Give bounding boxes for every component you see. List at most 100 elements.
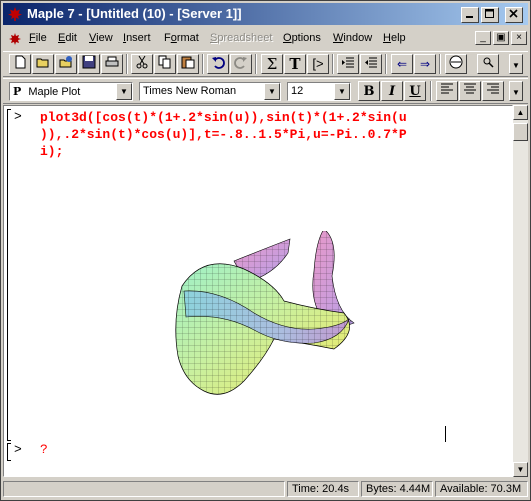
document-menu-icon[interactable] — [7, 31, 23, 47]
menu-file[interactable]: File — [29, 32, 47, 44]
scroll-thumb[interactable] — [513, 123, 528, 141]
maximize-button[interactable] — [481, 7, 499, 23]
maximize-icon — [485, 9, 494, 18]
align-left-button[interactable] — [436, 81, 458, 101]
doc-restore-button[interactable]: ▣ — [493, 31, 509, 45]
font-select[interactable]: Times New Roman ▼ — [139, 82, 281, 101]
align-left-icon — [441, 83, 453, 94]
toolbar-separator — [430, 81, 432, 101]
redo-button[interactable] — [230, 54, 252, 74]
undo-button[interactable] — [207, 54, 229, 74]
sigma-icon: Σ — [266, 55, 278, 73]
style-select[interactable]: P Maple Plot ▼ — [9, 82, 133, 101]
paste-button[interactable] — [177, 54, 199, 74]
status-time: Time: 20.4s — [287, 481, 359, 497]
maple-window: Maple 7 - [Untitled (10) - [Server 1]] F… — [0, 0, 531, 501]
command-line: i); — [40, 144, 64, 159]
font-value: Times New Roman — [143, 85, 237, 97]
format-toolbar: P Maple Plot ▼ Times New Roman ▼ 12 ▼ B … — [3, 78, 528, 104]
toolbar-overflow-button[interactable]: ▼ — [509, 54, 523, 74]
doc-close-button[interactable]: × — [511, 31, 527, 45]
scroll-down-button[interactable]: ▼ — [513, 462, 528, 477]
minimize-icon — [466, 16, 473, 18]
outdent-button[interactable] — [360, 54, 382, 74]
new-button[interactable] — [9, 54, 31, 74]
printer-icon — [105, 56, 119, 67]
command-input-next[interactable]: ? — [40, 442, 48, 457]
save-button[interactable] — [78, 54, 100, 74]
format-overflow-button[interactable]: ▼ — [509, 81, 523, 101]
size-value: 12 — [291, 85, 304, 97]
underline-label: U — [409, 84, 421, 99]
bold-button[interactable]: B — [358, 81, 380, 101]
chevron-down-icon: ▼ — [512, 88, 520, 97]
italic-label: I — [388, 84, 396, 99]
scissors-icon — [136, 55, 148, 69]
status-message — [3, 481, 285, 497]
menu-insert[interactable]: Insert — [123, 32, 151, 44]
style-prefix: P — [13, 85, 22, 98]
input-prompt: > — [14, 109, 22, 124]
bold-label: B — [363, 84, 375, 99]
menu-view[interactable]: View — [89, 32, 113, 44]
chevron-down-icon: ▼ — [512, 61, 520, 70]
italic-button[interactable]: I — [381, 81, 403, 101]
menu-bar: File Edit View Insert Format Spreadsheet… — [3, 29, 528, 49]
align-center-button[interactable] — [459, 81, 481, 101]
status-bytes: Bytes: 4.44M — [361, 481, 433, 497]
toolbar-separator — [255, 54, 257, 74]
size-select[interactable]: 12 ▼ — [287, 82, 351, 101]
copy-icon — [158, 55, 171, 69]
text-input-button[interactable]: T — [284, 54, 306, 74]
open-url-button[interactable] — [55, 54, 77, 74]
doc-restore-icon: ▣ — [496, 32, 506, 43]
close-button[interactable] — [505, 7, 523, 23]
floppy-disk-icon — [82, 55, 96, 69]
underline-button[interactable]: U — [404, 81, 426, 101]
vertical-scrollbar[interactable]: ▲ ▼ — [513, 105, 528, 477]
status-available: Available: 70.3M — [435, 481, 528, 497]
indent-icon — [342, 57, 354, 68]
menu-help[interactable]: Help — [383, 32, 406, 44]
menu-window[interactable]: Window — [333, 32, 372, 44]
paste-icon — [181, 56, 195, 69]
title-bar[interactable]: Maple 7 - [Untitled (10) - [Server 1]] — [3, 3, 528, 25]
minimize-button[interactable] — [461, 7, 479, 23]
toolbar-separator — [202, 54, 204, 74]
doc-minimize-button[interactable]: _ — [475, 31, 491, 45]
zoom-button[interactable] — [477, 54, 499, 74]
scroll-up-button[interactable]: ▲ — [513, 105, 528, 120]
align-center-icon — [464, 83, 476, 94]
back-button[interactable]: ⇐ — [391, 54, 413, 74]
menu-spreadsheet: Spreadsheet — [210, 32, 273, 44]
stop-button[interactable] — [445, 54, 467, 74]
style-value: Maple Plot — [28, 86, 81, 98]
print-button[interactable] — [101, 54, 123, 74]
worksheet-area[interactable]: > plot3d([cos(t)*(1+.2*sin(u)),sin(t)*(1… — [3, 105, 513, 477]
status-bar: Time: 20.4s Bytes: 4.44M Available: 70.3… — [3, 479, 528, 499]
window-title: Maple 7 - [Untitled (10) - [Server 1]] — [27, 6, 242, 21]
chevron-down-icon: ▼ — [334, 83, 350, 100]
execution-group-button[interactable]: [> — [307, 54, 329, 74]
magnifier-icon — [483, 57, 494, 68]
chevron-down-icon: ▼ — [116, 83, 132, 100]
command-input[interactable]: plot3d([cos(t)*(1+.2*sin(u)),sin(t)*(1+.… — [40, 109, 510, 160]
copy-button[interactable] — [154, 54, 176, 74]
cut-button[interactable] — [131, 54, 153, 74]
arrow-left-icon: ⇐ — [396, 57, 408, 71]
open-button[interactable] — [32, 54, 54, 74]
maple-leaf-icon — [8, 7, 22, 21]
menu-options[interactable]: Options — [283, 32, 321, 44]
arrow-right-icon: ⇒ — [419, 57, 431, 71]
indent-button[interactable] — [337, 54, 359, 74]
menu-format[interactable]: Format — [164, 32, 199, 44]
open-folder-icon — [36, 58, 49, 68]
menu-edit[interactable]: Edit — [58, 32, 77, 44]
plot3d-output[interactable] — [164, 231, 374, 421]
forward-button[interactable]: ⇒ — [414, 54, 436, 74]
math-input-button[interactable]: Σ — [261, 54, 283, 74]
align-right-button[interactable] — [482, 81, 504, 101]
input-prompt: > — [14, 442, 22, 457]
toolbar-separator — [385, 54, 387, 74]
command-line: )),.2*sin(t)*cos(u)],t=-.8..1.5*Pi,u=-Pi… — [40, 127, 407, 142]
